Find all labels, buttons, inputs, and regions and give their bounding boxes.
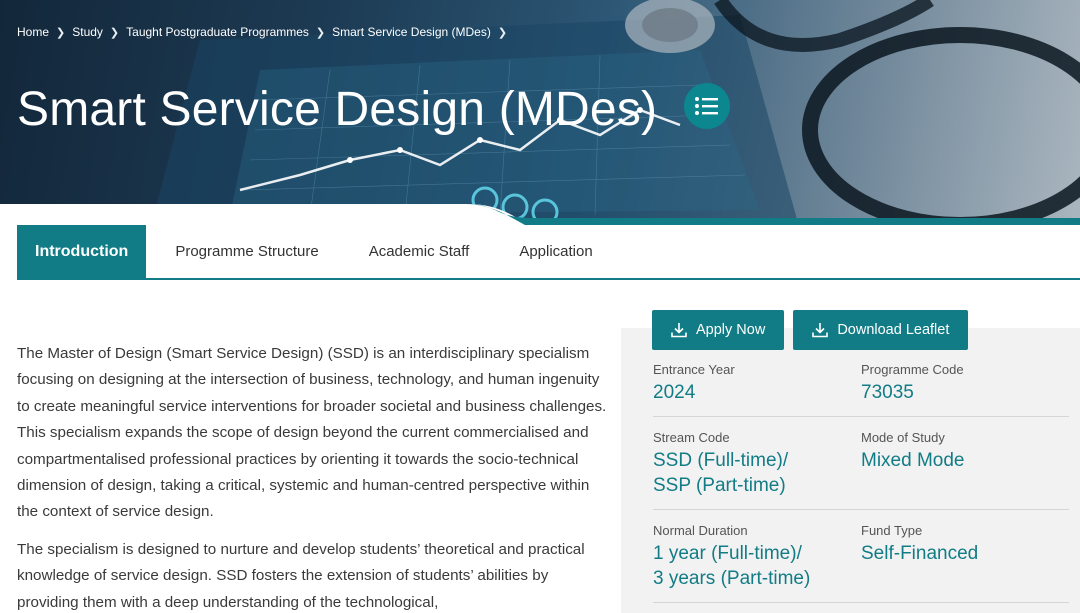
stream-code: Stream Code SSD (Full-time)/ SSP (Part-t…: [653, 430, 788, 498]
chevron-right-icon: ❯: [109, 26, 120, 39]
list-icon: [695, 97, 718, 115]
breadcrumb-home[interactable]: Home: [17, 25, 49, 39]
chevron-right-icon: ❯: [497, 26, 508, 39]
breadcrumb: Home ❯ Study ❯ Taught Postgraduate Progr…: [17, 25, 514, 39]
stream-code-label: Stream Code: [653, 430, 730, 445]
action-buttons: Apply Now Download Leaflet: [652, 310, 969, 350]
normal-duration-label: Normal Duration: [653, 523, 748, 538]
mode-of-study-value: Mixed Mode: [861, 450, 965, 471]
mode-of-study: Mode of Study Mixed Mode: [861, 430, 965, 473]
intro-paragraph: The specialism is designed to nurture an…: [17, 540, 585, 611]
chevron-right-icon: ❯: [56, 26, 66, 39]
tab-application[interactable]: Application: [497, 225, 614, 278]
normal-duration: Normal Duration 1 year (Full-time)/ 3 ye…: [653, 523, 810, 591]
download-leaflet-label: Download Leaflet: [837, 322, 950, 338]
tab-programme-structure[interactable]: Programme Structure: [153, 225, 340, 278]
normal-duration-value-line2: 3 years (Part-time): [653, 568, 811, 589]
fund-type-value: Self-Financed: [861, 543, 979, 564]
download-icon: [812, 323, 829, 338]
apply-now-label: Apply Now: [696, 322, 766, 338]
fund-type-label: Fund Type: [861, 523, 923, 538]
fund-type: Fund Type Self-Financed: [861, 523, 978, 566]
info-row-year-code: Entrance Year 2024 Programme Code 73035: [653, 362, 1069, 417]
download-leaflet-button[interactable]: Download Leaflet: [793, 310, 969, 350]
hero-banner: Home ❯ Study ❯ Taught Postgraduate Progr…: [0, 0, 1080, 225]
breadcrumb-study[interactable]: Study: [72, 25, 103, 39]
normal-duration-value-line1: 1 year (Full-time)/: [653, 543, 802, 564]
programme-tabs: Introduction Programme Structure Academi…: [17, 225, 1080, 280]
introduction-text: The Master of Design (Smart Service Desi…: [17, 341, 607, 613]
breadcrumb-current[interactable]: Smart Service Design (MDes): [332, 25, 491, 39]
entrance-year: Entrance Year 2024: [653, 362, 735, 405]
apply-now-button[interactable]: Apply Now: [652, 310, 785, 350]
stream-code-value-line2: SSP (Part-time): [653, 475, 786, 496]
tab-academic-staff[interactable]: Academic Staff: [347, 225, 492, 278]
tab-introduction[interactable]: Introduction: [17, 225, 147, 278]
info-row-duration-fund: Normal Duration 1 year (Full-time)/ 3 ye…: [653, 523, 1069, 603]
breadcrumb-taught-postgraduate[interactable]: Taught Postgraduate Programmes: [126, 25, 309, 39]
entrance-year-value: 2024: [653, 382, 696, 403]
programme-code: Programme Code 73035: [861, 362, 964, 405]
entrance-year-label: Entrance Year: [653, 362, 735, 377]
programme-code-label: Programme Code: [861, 362, 964, 377]
info-row-stream-mode: Stream Code SSD (Full-time)/ SSP (Part-t…: [653, 430, 1069, 510]
table-of-contents-button[interactable]: [684, 83, 730, 129]
intro-paragraph: The Master of Design (Smart Service Desi…: [17, 345, 607, 521]
download-icon: [671, 323, 687, 338]
page-title: Smart Service Design (MDes): [17, 83, 658, 136]
programme-code-value: 73035: [861, 382, 914, 403]
chevron-right-icon: ❯: [315, 26, 326, 39]
stream-code-value-line1: SSD (Full-time)/: [653, 450, 789, 471]
mode-of-study-label: Mode of Study: [861, 430, 945, 445]
